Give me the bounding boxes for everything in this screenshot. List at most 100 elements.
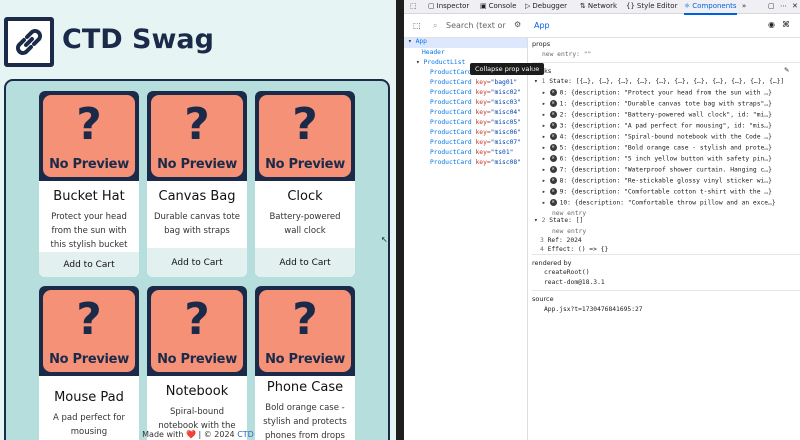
props-new-entry[interactable]: new entry: "" [542, 51, 591, 58]
no-preview-image: ? No Preview [39, 286, 139, 376]
delete-icon[interactable]: ✕ [549, 177, 557, 184]
product-description: Durable canvas tote bag with straps [153, 212, 241, 236]
source-link[interactable]: App.jsx?t=1730476841695:27 [544, 306, 643, 313]
state-item[interactable]: ▸ ✕ 0: {description: "Protect your head f… [542, 89, 772, 97]
tree-node-productcard[interactable]: ProductCard key="misc07" [430, 139, 521, 146]
tab-debugger[interactable]: ▷ Debugger [525, 2, 567, 10]
tab-console[interactable]: ▣ Console [480, 2, 516, 10]
breadcrumb[interactable]: App [534, 21, 550, 30]
add-to-cart-button[interactable]: Add to Cart [39, 252, 139, 277]
delete-icon[interactable]: ✕ [549, 155, 557, 162]
no-preview-label: No Preview [157, 352, 237, 367]
edit-wand-icon[interactable]: ✎ [784, 66, 789, 74]
no-preview-image: ? No Preview [255, 286, 355, 376]
delete-icon[interactable]: ✕ [549, 144, 557, 151]
tree-node-productcard[interactable]: ProductCard key="misc05" [430, 119, 521, 126]
product-card: ? No Preview Mouse Pad A pad perfect for … [39, 286, 139, 440]
no-preview-image: ? No Preview [255, 91, 355, 181]
state-new-entry[interactable]: new entry [552, 210, 586, 217]
tab-network[interactable]: ⇅ Network [580, 2, 617, 10]
source-heading: source [532, 295, 554, 303]
add-to-cart-button[interactable]: Add to Cart [255, 248, 355, 277]
hook-state-row[interactable]: ▾ 2 State: [] [534, 217, 583, 224]
no-preview-label: No Preview [265, 157, 345, 172]
delete-icon[interactable]: ✕ [549, 199, 557, 206]
tree-node-productcard[interactable]: ProductCard key="misc04" [430, 109, 521, 116]
no-preview-label: No Preview [265, 352, 345, 367]
no-preview-image: ? No Preview [147, 286, 247, 376]
state-new-entry[interactable]: new entry [552, 228, 586, 235]
menu-icon[interactable]: ⋯ [780, 2, 787, 10]
question-mark-icon: ? [292, 294, 318, 345]
hook-ref-row: 3 Ref: 2024 [540, 237, 582, 244]
delete-icon[interactable]: ✕ [549, 111, 557, 118]
state-item[interactable]: ▸ ✕ 4: {description: "Spiral-bound notebo… [542, 133, 772, 141]
tree-node-productcard[interactable]: ProductCard key="misc08" [430, 159, 521, 166]
debug-icon[interactable]: ⌘ [782, 20, 790, 29]
state-item[interactable]: ▸ ✕ 3: {description: "A pad perfect for m… [542, 122, 772, 130]
state-item[interactable]: ▸ ✕ 1: {description: "Durable canvas tote… [542, 100, 772, 108]
settings-gear-icon[interactable]: ⚙ [514, 20, 521, 29]
tree-node-productcard[interactable]: ProductCard key="misc03" [430, 99, 521, 106]
mouse-cursor-icon: ↖ [381, 235, 388, 244]
style-editor-icon: {} [626, 2, 635, 10]
link-logo-icon[interactable] [4, 17, 54, 67]
tab-style-editor[interactable]: {} Style Editor [626, 2, 677, 10]
site-title: CTD Swag [62, 24, 214, 55]
tab-inspector[interactable]: ▢ Inspector [428, 2, 469, 10]
pane-divider[interactable] [396, 0, 404, 440]
state-item[interactable]: ▸ ✕ 5: {description: "Bold orange case - … [542, 144, 772, 152]
delete-icon[interactable]: ✕ [549, 100, 557, 107]
eye-icon[interactable]: ◉ [768, 20, 775, 29]
tree-node-app[interactable]: ▾ App [404, 38, 527, 48]
delete-icon[interactable]: ✕ [549, 122, 557, 129]
state-item[interactable]: ▸ ✕ 7: {description: "Waterproof shower c… [542, 166, 772, 174]
delete-icon[interactable]: ✕ [549, 166, 557, 173]
more-tabs-icon[interactable]: » [742, 2, 746, 10]
delete-icon[interactable]: ✕ [549, 133, 557, 140]
product-name: Clock [287, 189, 323, 204]
debugger-icon: ▷ [525, 2, 531, 10]
product-name: Bucket Hat [53, 189, 125, 204]
state-item[interactable]: ▸ ✕ 2: {description: "Battery-powered wal… [542, 111, 772, 119]
add-to-cart-button[interactable]: Add to Cart [147, 248, 247, 277]
tree-node-header[interactable]: Header [422, 49, 445, 56]
dock-icon[interactable]: ▢ [768, 2, 775, 10]
no-preview-image: ? No Preview [39, 91, 139, 181]
chain-link-icon [16, 29, 42, 55]
tree-node-productcard[interactable]: ProductCard key="misc02" [430, 89, 521, 96]
no-preview-label: No Preview [49, 157, 129, 172]
tab-components[interactable]: ⚛ Components [684, 2, 737, 15]
hook-state-row[interactable]: ▾ 1 State: [{…}, {…}, {…}, {…}, {…}, {…}… [534, 78, 784, 85]
network-icon: ⇅ [580, 2, 586, 10]
delete-icon[interactable]: ✕ [549, 188, 557, 195]
state-item[interactable]: ▸ ✕ 6: {description: "5 inch yellow butto… [542, 155, 772, 163]
tree-node-productcard[interactable]: ProductCard key="bag01" [430, 79, 517, 86]
inspector-icon: ▢ [428, 2, 435, 10]
rendered-by-item: createRoot() [544, 269, 590, 276]
product-card: ? No Preview Phone Case Bold orange case … [255, 286, 355, 440]
question-mark-icon: ? [184, 294, 210, 345]
tree-node-productlist[interactable]: ▾ ProductList [416, 59, 465, 66]
tree-node-productcard[interactable]: ProductCard [430, 69, 472, 76]
product-name: Mouse Pad [54, 390, 124, 405]
state-item[interactable]: ▸ ✕ 10: {description: "Comfortable throw … [542, 199, 776, 207]
question-mark-icon: ? [76, 294, 102, 345]
product-list: ? No Preview Bucket Hat Protect your head… [4, 79, 390, 440]
product-card: ? No Preview Bucket Hat Protect your head… [39, 91, 139, 277]
search-input[interactable]: Search (text or [446, 21, 506, 30]
product-name: Notebook [165, 384, 229, 399]
question-mark-icon: ? [76, 99, 102, 150]
product-description: Battery-powered wall clock [269, 212, 341, 236]
delete-icon[interactable]: ✕ [549, 89, 557, 96]
state-item[interactable]: ▸ ✕ 9: {description: "Comfortable cotton … [542, 188, 772, 196]
components-toolbar: ⬚ ⌕ Search (text or ⚙ App ◉ ⌘ [404, 14, 800, 38]
pick-element-icon[interactable]: ⬚ [410, 2, 417, 10]
state-item[interactable]: ▸ ✕ 8: {description: "Re-stickable glossy… [542, 177, 772, 185]
tree-node-productcard[interactable]: ProductCard key="misc06" [430, 129, 521, 136]
select-element-icon[interactable]: ⬚ [413, 21, 421, 30]
footer-link[interactable]: CTD [237, 430, 254, 439]
close-icon[interactable]: ✕ [792, 2, 798, 10]
tree-node-productcard[interactable]: ProductCard key="ts01" [430, 149, 513, 156]
rendered-by-item: react-dom@18.3.1 [544, 279, 605, 286]
